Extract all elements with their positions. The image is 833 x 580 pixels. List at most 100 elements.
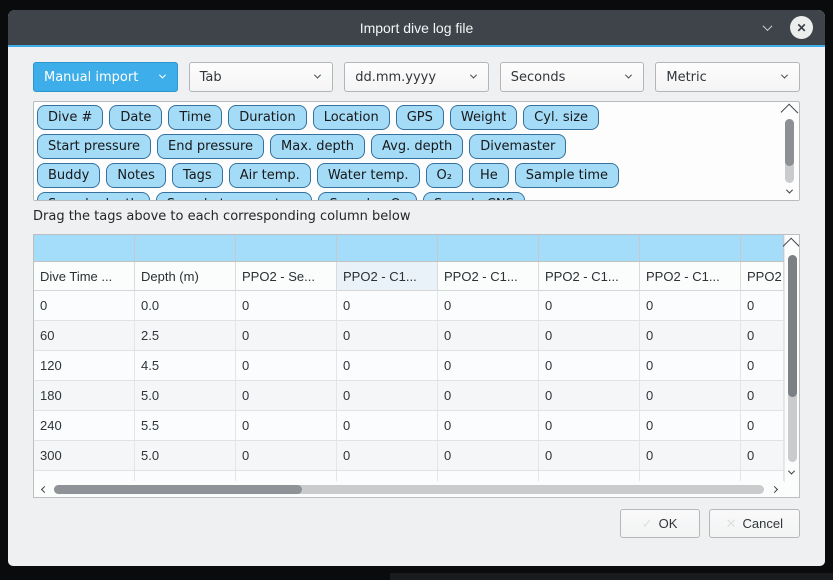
vertical-scrollbar-thumb[interactable] [788, 255, 797, 397]
column-header-cell[interactable]: PPO2 - C1... [337, 262, 438, 290]
tags-scrollbar-thumb[interactable] [785, 119, 794, 166]
window-titlebar[interactable]: Import dive log file ✕ [8, 10, 825, 47]
table-row-partial-cell [337, 471, 438, 481]
column-header-cell[interactable]: PPO2 - C1... [438, 262, 539, 290]
drop-target-cell[interactable] [34, 235, 135, 261]
chevron-up-icon [783, 238, 800, 256]
table-row-cell: 5.5 [135, 411, 236, 440]
column-header-cell[interactable]: PPO2 - C1... [741, 262, 784, 290]
column-header-cell[interactable]: PPO2 - C1... [539, 262, 640, 290]
scroll-left-arrow[interactable] [38, 483, 50, 496]
column-header-cell[interactable]: Dive Time ... [34, 262, 135, 290]
tag-chip[interactable]: Sample pO₂ [318, 192, 417, 200]
table-row: 1805.0000000 [34, 381, 784, 411]
table-row-cell: 0 [337, 291, 438, 320]
drop-target-cell[interactable] [640, 235, 741, 261]
tag-chip[interactable]: Air temp. [229, 163, 311, 188]
shade-button[interactable] [758, 19, 776, 37]
tag-chip[interactable]: Tags [172, 163, 223, 188]
table-row-cell: 0 [438, 351, 539, 380]
table-row: 1204.5000000 [34, 351, 784, 381]
tag-chip[interactable]: Duration [228, 105, 306, 130]
table-row-cell: 120 [34, 351, 135, 380]
tag-chip[interactable]: Sample depth [37, 192, 150, 200]
table-row-cell: 5.0 [135, 381, 236, 410]
drop-target-cell[interactable] [438, 235, 539, 261]
drop-target-cell[interactable] [236, 235, 337, 261]
tag-chip[interactable]: Start pressure [37, 134, 151, 159]
table-row-cell: 0 [539, 351, 640, 380]
column-header-cell[interactable]: PPO2 - Se... [236, 262, 337, 290]
table-row-cell: 0 [741, 441, 784, 470]
table-row-cell: 0 [438, 411, 539, 440]
table-row-cell: 0 [640, 351, 741, 380]
ok-button[interactable]: ✓ OK [620, 509, 700, 538]
tag-chip[interactable]: O₂ [426, 163, 463, 188]
tag-chip[interactable]: Buddy [37, 163, 100, 188]
import-type-select[interactable]: Manual import [33, 62, 178, 92]
table-row: 2405.5000000 [34, 411, 784, 441]
table-row-cell: 0 [741, 381, 784, 410]
tag-chip[interactable]: Sample time [515, 163, 619, 188]
table-row-cell: 0 [741, 291, 784, 320]
tag-chip[interactable]: End pressure [157, 134, 264, 159]
chevron-down-icon [159, 72, 166, 79]
drop-target-cell[interactable] [741, 235, 784, 261]
drop-target-cell[interactable] [135, 235, 236, 261]
units-value: Metric [666, 70, 706, 85]
tag-chip[interactable]: Cyl. size [523, 105, 599, 130]
table-row-cell: 0 [640, 411, 741, 440]
tag-chip[interactable]: Avg. depth [371, 134, 463, 159]
dialog-content: Manual import Tab dd.mm.yyyy Seconds Met… [8, 47, 825, 538]
drop-target-cell[interactable] [539, 235, 640, 261]
column-header-cell[interactable]: PPO2 - C1... [640, 262, 741, 290]
field-separator-select[interactable]: Tab [189, 62, 334, 92]
duration-format-select[interactable]: Seconds [500, 62, 645, 92]
drop-target-cell[interactable] [337, 235, 438, 261]
scroll-right-arrow[interactable] [768, 483, 780, 496]
tag-chip[interactable]: Notes [106, 163, 166, 188]
tag-chip[interactable]: Location [313, 105, 390, 130]
table-vertical-scrollbar [784, 235, 799, 482]
tag-chip[interactable]: Water temp. [317, 163, 420, 188]
drag-instruction: Drag the tags above to each correspondin… [33, 209, 800, 225]
scroll-up-arrow[interactable] [785, 239, 798, 251]
horizontal-scrollbar-thumb[interactable] [54, 485, 302, 494]
tag-chip[interactable]: Divemaster [469, 134, 566, 159]
table-row-cell: 0 [337, 441, 438, 470]
tag-row: Start pressureEnd pressureMax. depthAvg.… [37, 134, 779, 159]
table-row-cell: 0 [741, 351, 784, 380]
tag-chip[interactable]: Max. depth [270, 134, 365, 159]
close-button[interactable]: ✕ [790, 16, 813, 39]
chevron-down-icon [788, 467, 795, 474]
date-format-select[interactable]: dd.mm.yyyy [344, 62, 489, 92]
table-row-cell: 5.0 [135, 441, 236, 470]
tag-chip[interactable]: Sample temperature [156, 192, 313, 200]
tag-chip[interactable]: GPS [396, 105, 444, 130]
tag-chip[interactable]: Sample CNS [423, 192, 525, 200]
table-row-cell: 0 [236, 441, 337, 470]
table-row-cell: 0 [539, 441, 640, 470]
tag-chip[interactable]: Time [168, 105, 222, 130]
table-row: 3005.0000000 [34, 441, 784, 471]
table-row-cell: 0 [236, 321, 337, 350]
scroll-down-arrow[interactable] [785, 466, 798, 478]
chevron-down-icon [786, 186, 793, 193]
tag-chip[interactable]: He [469, 163, 509, 188]
table-row: 00.0000000 [34, 291, 784, 321]
scroll-up-arrow[interactable] [783, 105, 796, 117]
column-header: Dive Time ...Depth (m)PPO2 - Se...PPO2 -… [34, 262, 784, 291]
tag-chip[interactable]: Dive # [37, 105, 103, 130]
tag-chip[interactable]: Date [109, 105, 162, 130]
date-format-value: dd.mm.yyyy [355, 70, 436, 85]
table-row-cell: 0 [236, 381, 337, 410]
column-header-cell[interactable]: Depth (m) [135, 262, 236, 290]
tag-row: Dive #DateTimeDuration LocationGPSWeightC… [37, 105, 779, 130]
tag-chip[interactable]: Weight [450, 105, 517, 130]
scrollbar-corner [784, 482, 799, 497]
table-row-partial-cell [135, 471, 236, 481]
table-row-cell: 0 [741, 411, 784, 440]
scroll-down-arrow[interactable] [783, 185, 796, 197]
cancel-button[interactable]: ✕ Cancel [709, 509, 800, 538]
units-select[interactable]: Metric [655, 62, 800, 92]
